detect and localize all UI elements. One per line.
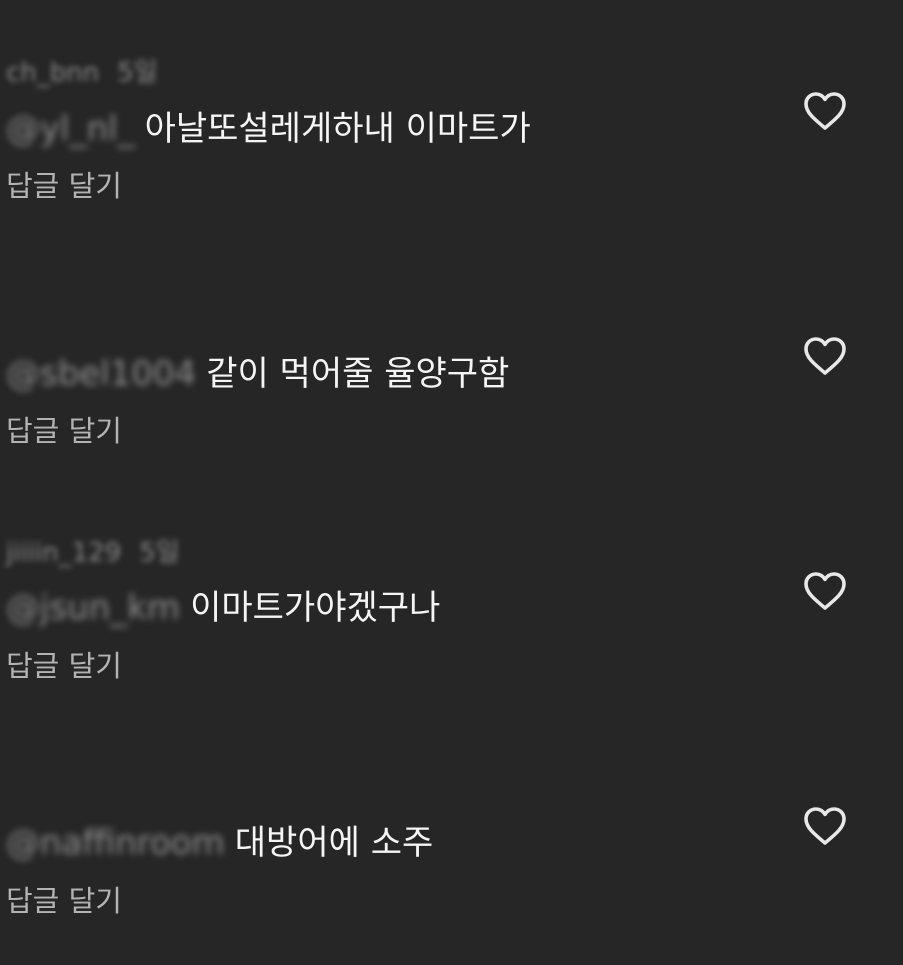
heart-outline-icon — [804, 92, 846, 130]
comment-mention[interactable]: @naffinroom — [6, 826, 225, 860]
comment-text: 아날또설레게하내 이마트가 — [144, 109, 531, 149]
heart-outline-icon — [804, 572, 846, 610]
heart-outline-icon — [804, 807, 846, 845]
comment-mention[interactable]: @sbel1004 — [6, 357, 196, 391]
heart-outline-icon — [804, 337, 846, 375]
comment-time: 5일 — [117, 58, 158, 88]
reply-button[interactable]: 답글 달기 — [6, 417, 122, 446]
comment-text: 같이 먹어줄 율양구함 — [206, 354, 510, 394]
comment-text: 대방어에 소주 — [234, 823, 434, 863]
comment-author[interactable]: ch_bnn — [6, 58, 99, 88]
comment-author[interactable]: jiiiin_129 — [6, 538, 121, 568]
comment-meta: jiiiin_129 5일 — [6, 532, 180, 569]
like-button[interactable] — [801, 567, 849, 615]
comment-meta: ch_bnn 5일 — [6, 52, 158, 89]
reply-button[interactable]: 답글 달기 — [6, 887, 122, 916]
comment-time: 5일 — [139, 538, 180, 568]
comment-body: @jsun_km 이마트가야겠구나 — [6, 591, 440, 625]
reply-button[interactable]: 답글 달기 — [6, 172, 122, 201]
like-button[interactable] — [801, 87, 849, 135]
comment-mention[interactable]: @jsun_km — [6, 591, 180, 625]
like-button[interactable] — [801, 802, 849, 850]
comment-mention[interactable]: @yl_nl_ — [6, 112, 135, 146]
like-button[interactable] — [801, 332, 849, 380]
comment-body: @sbel1004 같이 먹어줄 율양구함 — [6, 357, 509, 391]
reply-button[interactable]: 답글 달기 — [6, 652, 122, 681]
comment-body: @yl_nl_ 아날또설레게하내 이마트가 — [6, 112, 531, 146]
comment-text: 이마트가야겠구나 — [190, 588, 441, 628]
comment-body: @naffinroom 대방어에 소주 — [6, 826, 433, 860]
